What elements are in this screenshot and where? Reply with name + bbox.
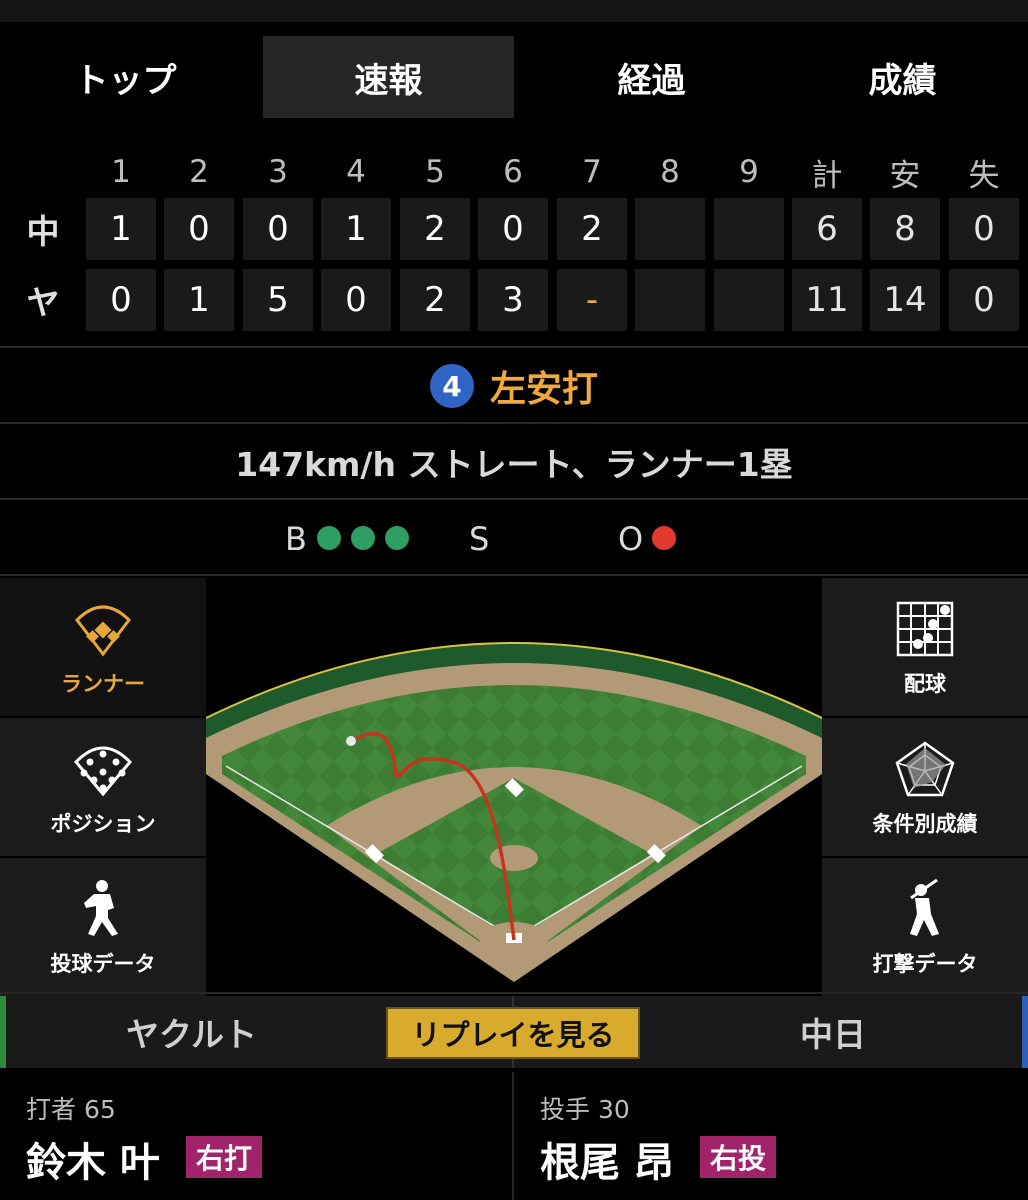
out-dot (652, 526, 676, 550)
inning-score: 3 (478, 269, 548, 331)
inning-score (714, 269, 784, 331)
inning-score (714, 198, 784, 260)
inning-score: 0 (86, 269, 156, 331)
outs-label: O (618, 520, 644, 558)
inning-score: 5 (243, 269, 313, 331)
pitcher-hand-badge: 右投 (700, 1136, 777, 1178)
inning-score (635, 269, 705, 331)
tab-top[interactable]: トップ (0, 36, 251, 118)
total-runs: 6 (792, 198, 862, 260)
pitch-info: 147km/h ストレート、ランナー1塁 (235, 445, 793, 484)
pitch-sequence-label: 配球 (904, 672, 946, 696)
pitcher-number: 投手 30 (540, 1095, 630, 1124)
inning-score: 2 (400, 269, 470, 331)
pitcher-icon (84, 880, 118, 936)
pitch-sequence-button[interactable]: 配球 (822, 578, 1028, 716)
runner-button[interactable]: ランナー (0, 578, 206, 716)
inning-header: 8 (660, 154, 680, 190)
divider (0, 992, 1028, 994)
tab-bar: トップ 速報 経過 成績 (0, 36, 1028, 118)
inning-score: 1 (164, 269, 234, 331)
team-name: 中 (26, 212, 60, 251)
field-view (205, 578, 823, 992)
inning-score: 2 (557, 198, 627, 260)
split-stats-label: 条件別成績 (872, 812, 978, 836)
inning-score: 0 (243, 198, 313, 260)
pitcher-card[interactable]: 投手 30 根尾 昂 右投 (514, 1072, 1028, 1200)
split-stats-button[interactable]: 条件別成績 (822, 718, 1028, 856)
total-runs: 11 (792, 269, 862, 331)
tab-live[interactable]: 速報 (263, 36, 514, 118)
position-button[interactable]: ポジション (0, 718, 206, 856)
inning-header: 4 (346, 154, 366, 190)
tab-stats[interactable]: 成績 (777, 36, 1028, 118)
pitching-data-label: 投球データ (50, 952, 156, 976)
ball-count: B S O (0, 502, 1028, 574)
ball-dot (317, 526, 341, 550)
inning-header: 9 (739, 154, 759, 190)
batting-data-label: 打撃データ (872, 952, 978, 976)
ball-dot (385, 526, 409, 550)
pitcher-name: 根尾 昂 (540, 1140, 674, 1186)
total-errors: 0 (949, 198, 1019, 260)
radar-chart-icon (895, 741, 955, 797)
tab-progress[interactable]: 経過 (526, 36, 777, 118)
watch-replay-button[interactable]: リプレイを見る (386, 1007, 640, 1059)
inning-score-current: - (557, 269, 627, 331)
batter-number: 打者 65 (26, 1095, 116, 1124)
strikes-label: S (469, 520, 490, 558)
inning-score: 1 (86, 198, 156, 260)
balls-label: B (285, 520, 307, 558)
inning-score: 1 (321, 198, 391, 260)
divider (0, 346, 1028, 348)
inning-header: 3 (268, 154, 288, 190)
inning-header: 5 (425, 154, 445, 190)
team-name: ヤ (26, 283, 60, 322)
play-result: 4 左安打 (0, 350, 1028, 422)
position-label: ポジション (50, 812, 156, 836)
divider (0, 574, 1028, 576)
batter-icon (910, 878, 939, 936)
position-icon (73, 746, 133, 797)
pitching-data-button[interactable]: 投球データ (0, 858, 206, 996)
total-errors: 0 (949, 269, 1019, 331)
errors-header: 失 (968, 157, 1000, 194)
scoreboard-header: 1 2 3 4 5 6 7 8 9 計 安 失 (0, 148, 1028, 196)
pitch-grid-icon (896, 601, 954, 657)
play-number-badge: 4 (429, 364, 474, 408)
team-row: ヤ 0 1 5 0 2 3 - 11 14 0 (0, 269, 1028, 331)
runner-label: ランナー (61, 672, 145, 696)
inning-score (635, 198, 705, 260)
batter-name: 鈴木 叶 (26, 1140, 160, 1186)
ball-dot (351, 526, 375, 550)
inning-score: 2 (400, 198, 470, 260)
inning-score: 0 (164, 198, 234, 260)
divider (0, 422, 1028, 424)
batting-data-button[interactable]: 打撃データ (822, 858, 1028, 996)
inning-header: 1 (111, 154, 131, 190)
total-hits: 8 (870, 198, 940, 260)
status-strip (0, 0, 1028, 22)
runs-header: 計 (811, 157, 843, 194)
hits-header: 安 (889, 157, 921, 194)
team-row: 中 1 0 0 1 2 0 2 6 8 0 (0, 198, 1028, 260)
inning-header: 7 (582, 154, 602, 190)
inning-header: 6 (503, 154, 523, 190)
batter-hand-badge: 右打 (186, 1136, 263, 1178)
away-team-color (1022, 996, 1028, 1068)
inning-score: 0 (478, 198, 548, 260)
inning-score: 0 (321, 269, 391, 331)
matchup: 打者 65 鈴木 叶 右打 投手 30 根尾 昂 右投 (0, 1072, 1028, 1200)
batter-card[interactable]: 打者 65 鈴木 叶 右打 (0, 1072, 514, 1200)
inning-header: 2 (189, 154, 209, 190)
play-result-text: 左安打 (489, 369, 598, 410)
total-hits: 14 (870, 269, 940, 331)
runner-diamond-icon (75, 605, 131, 657)
divider (0, 498, 1028, 500)
